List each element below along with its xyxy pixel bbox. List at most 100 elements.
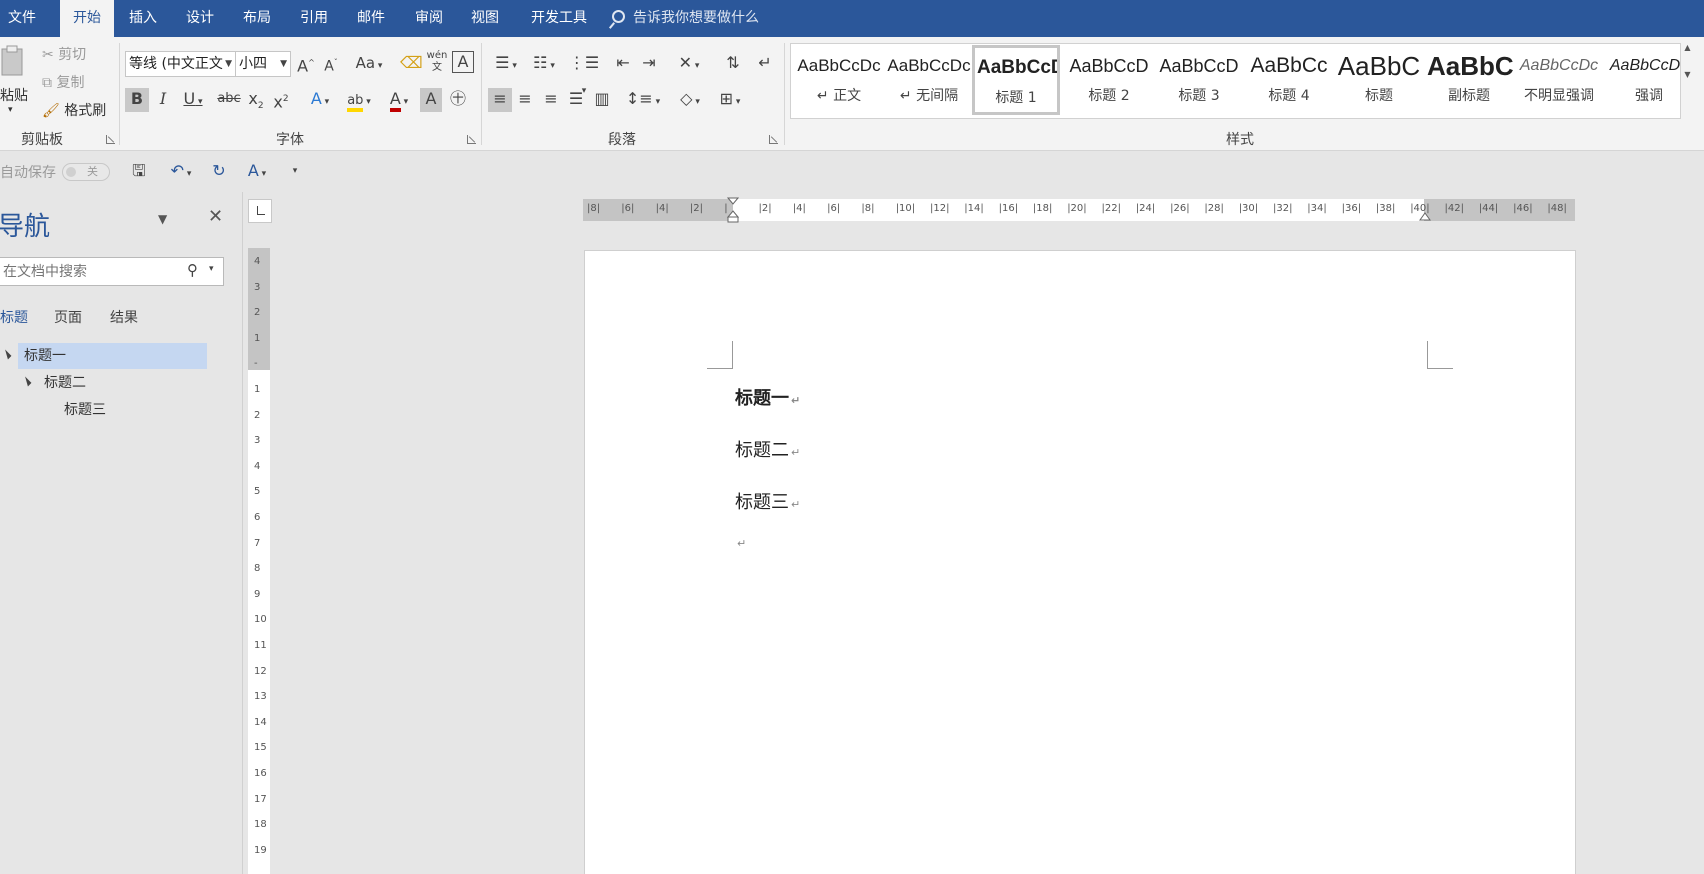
tab-layout[interactable]: 布局 — [234, 0, 280, 37]
tab-design[interactable]: 设计 — [177, 0, 223, 37]
autosave-toggle[interactable]: 关 — [62, 163, 110, 181]
align-center-button[interactable]: ≡ — [514, 88, 536, 112]
paste-button[interactable]: 粘贴 — [0, 85, 28, 105]
highlight-color-button[interactable]: ab ▾ — [342, 88, 376, 112]
chinese-layout-button[interactable]: ✕ ▾ — [672, 52, 706, 76]
style-subtle-emphasis[interactable]: AaBbCcDc 不明显强调 — [1515, 46, 1603, 116]
nav-tree-item-heading1[interactable]: 标题一 — [24, 343, 66, 369]
justify-button[interactable]: ☰ — [565, 88, 587, 112]
multilevel-list-button[interactable]: ⋮☰ ▾ — [566, 52, 602, 96]
style-heading-2[interactable]: AaBbCcD 标题 2 — [1065, 46, 1153, 116]
clear-formatting-icon[interactable]: ⌫ — [400, 52, 423, 76]
style-normal[interactable]: AaBbCcDc ↵ 正文 — [795, 46, 883, 116]
customize-qat-icon[interactable]: ▾ — [288, 160, 302, 184]
bullets-button[interactable]: ☰ ▾ — [488, 52, 524, 76]
paragraph-launcher-icon[interactable] — [769, 135, 778, 144]
tab-insert[interactable]: 插入 — [120, 0, 166, 37]
character-shading-icon[interactable]: A — [420, 88, 442, 112]
paragraph-group-label: 段落 — [608, 132, 636, 148]
enclose-characters-icon[interactable]: ㊉ — [446, 88, 470, 112]
doc-paragraph-empty[interactable]: ↵ — [735, 531, 746, 552]
spelling-button[interactable]: A ▾ — [240, 160, 274, 184]
underline-button[interactable]: U ▾ — [178, 88, 208, 112]
right-indent-marker-icon[interactable] — [1419, 211, 1431, 221]
save-icon[interactable]: 🖫 — [128, 160, 150, 184]
font-color-button[interactable]: A ▾ — [382, 88, 416, 112]
clipboard-launcher-icon[interactable] — [106, 135, 115, 144]
redo-icon[interactable]: ↻ — [208, 160, 230, 184]
align-right-button[interactable]: ≡ — [540, 88, 562, 112]
left-tab-icon — [257, 206, 265, 215]
strikethrough-button[interactable]: abc — [216, 88, 242, 112]
doc-paragraph-heading2[interactable]: 标题二 ↵ — [735, 436, 800, 462]
style-subtitle[interactable]: AaBbC 副标题 — [1425, 46, 1513, 116]
document-page[interactable]: 标题一 ↵ 标题二 ↵ 标题三 ↵ ↵ — [584, 250, 1576, 874]
tab-review[interactable]: 审阅 — [406, 0, 452, 37]
doc-paragraph-heading3[interactable]: 标题三 ↵ — [735, 488, 800, 514]
shrink-font-icon[interactable]: Aˇ — [320, 52, 342, 76]
style-heading-4[interactable]: AaBbCc 标题 4 — [1245, 46, 1333, 116]
nav-tree-item-heading3[interactable]: 标题三 — [64, 397, 106, 423]
character-border-icon[interactable]: A — [452, 51, 474, 73]
tab-view[interactable]: 视图 — [462, 0, 508, 37]
bold-button[interactable]: B — [125, 88, 149, 112]
tab-selector[interactable] — [248, 199, 272, 223]
collapse-triangle-icon[interactable] — [21, 376, 32, 387]
tab-file[interactable]: 文件 — [0, 0, 44, 37]
align-left-button[interactable]: ≡ — [488, 88, 512, 112]
style-title[interactable]: AaBbC 标题 — [1335, 46, 1423, 116]
collapse-triangle-icon[interactable] — [1, 349, 12, 360]
style-heading-3[interactable]: AaBbCcD 标题 3 — [1155, 46, 1243, 116]
paste-icon[interactable] — [0, 43, 30, 77]
cut-button[interactable]: ✂ 剪切 — [42, 44, 86, 64]
tab-references[interactable]: 引用 — [291, 0, 337, 37]
text-effects-button[interactable]: A ▾ — [305, 88, 335, 112]
tab-home[interactable]: 开始 — [60, 0, 114, 37]
paste-dropdown-icon[interactable]: ▾ — [8, 105, 13, 115]
decrease-indent-icon[interactable]: ⇤ — [612, 52, 634, 76]
font-launcher-icon[interactable] — [467, 135, 476, 144]
numbering-button[interactable]: ☷ ▾ — [526, 52, 562, 76]
phonetic-guide-icon[interactable]: wén 文 — [426, 50, 448, 74]
nav-tab-headings[interactable]: 标题 — [0, 307, 28, 327]
font-name-combo[interactable]: 等线 (中文正文 ▼ — [125, 51, 236, 77]
style-no-spacing[interactable]: AaBbCcDc ↵ 无间隔 — [885, 46, 973, 116]
copy-button[interactable]: ⧉ 复制 — [42, 72, 84, 92]
horizontal-ruler[interactable]: |8| |6| |4| |2| | |2| |4| |6| |8| |10| |12| |14| |16… — [583, 197, 1575, 223]
style-heading-1[interactable]: AaBbCcD 标题 1 — [972, 45, 1060, 115]
nav-tab-results[interactable]: 结果 — [110, 307, 138, 327]
superscript-button[interactable]: x2 — [270, 88, 292, 112]
sort-icon[interactable]: ⇅ — [722, 52, 744, 76]
chevron-down-icon[interactable]: ▾ — [209, 264, 214, 274]
increase-indent-icon[interactable]: ⇥ — [638, 52, 660, 76]
indent-marker-icon[interactable] — [726, 197, 740, 223]
chevron-up-icon[interactable]: ▲ — [1681, 43, 1694, 52]
tell-me-search[interactable]: 告诉我你想要做什么 — [612, 0, 759, 37]
grow-font-icon[interactable]: A^ — [295, 52, 317, 76]
undo-button[interactable]: ↶ ▾ — [164, 160, 198, 184]
nav-search-input[interactable] — [0, 258, 179, 285]
close-icon[interactable]: ✕ — [208, 206, 223, 227]
doc-paragraph-heading1[interactable]: 标题一 ↵ — [735, 384, 800, 410]
paragraph-text: 标题三 — [735, 492, 789, 513]
tab-mailings[interactable]: 邮件 — [348, 0, 394, 37]
nav-tab-pages[interactable]: 页面 — [54, 307, 82, 327]
chevron-down-icon[interactable]: ▼ — [1681, 70, 1694, 79]
shading-button[interactable]: ◇ ▾ — [672, 88, 708, 112]
show-paragraph-marks-icon[interactable]: ↵ — [754, 52, 776, 76]
change-case-button[interactable]: Aa ▾ — [352, 52, 386, 76]
line-spacing-button[interactable]: ↕≡ ▾ — [625, 88, 661, 112]
distributed-align-button[interactable]: ▥ — [591, 88, 613, 112]
borders-button[interactable]: ⊞ ▾ — [712, 88, 748, 112]
font-size-combo[interactable]: 小四 ▼ — [235, 51, 291, 77]
subscript-button[interactable]: x2 — [245, 88, 267, 112]
italic-button[interactable]: I — [152, 88, 174, 112]
vertical-ruler[interactable]: 4 3 2 1-1 2 3 4 5 6 7 8 9 10 11 12 13 14 15 16 17 18 19 — [248, 248, 270, 874]
tab-developer[interactable]: 开发工具 — [522, 0, 596, 37]
gallery-scroll[interactable]: ▲ ▼ — [1680, 43, 1694, 119]
search-icon[interactable]: ⚲ — [187, 261, 198, 279]
nav-options-icon[interactable]: ▼ — [158, 212, 167, 226]
pane-divider[interactable] — [242, 192, 243, 874]
nav-tree-item-heading2[interactable]: 标题二 — [44, 370, 86, 396]
format-painter-button[interactable]: 🖌 格式刷 — [42, 100, 106, 120]
